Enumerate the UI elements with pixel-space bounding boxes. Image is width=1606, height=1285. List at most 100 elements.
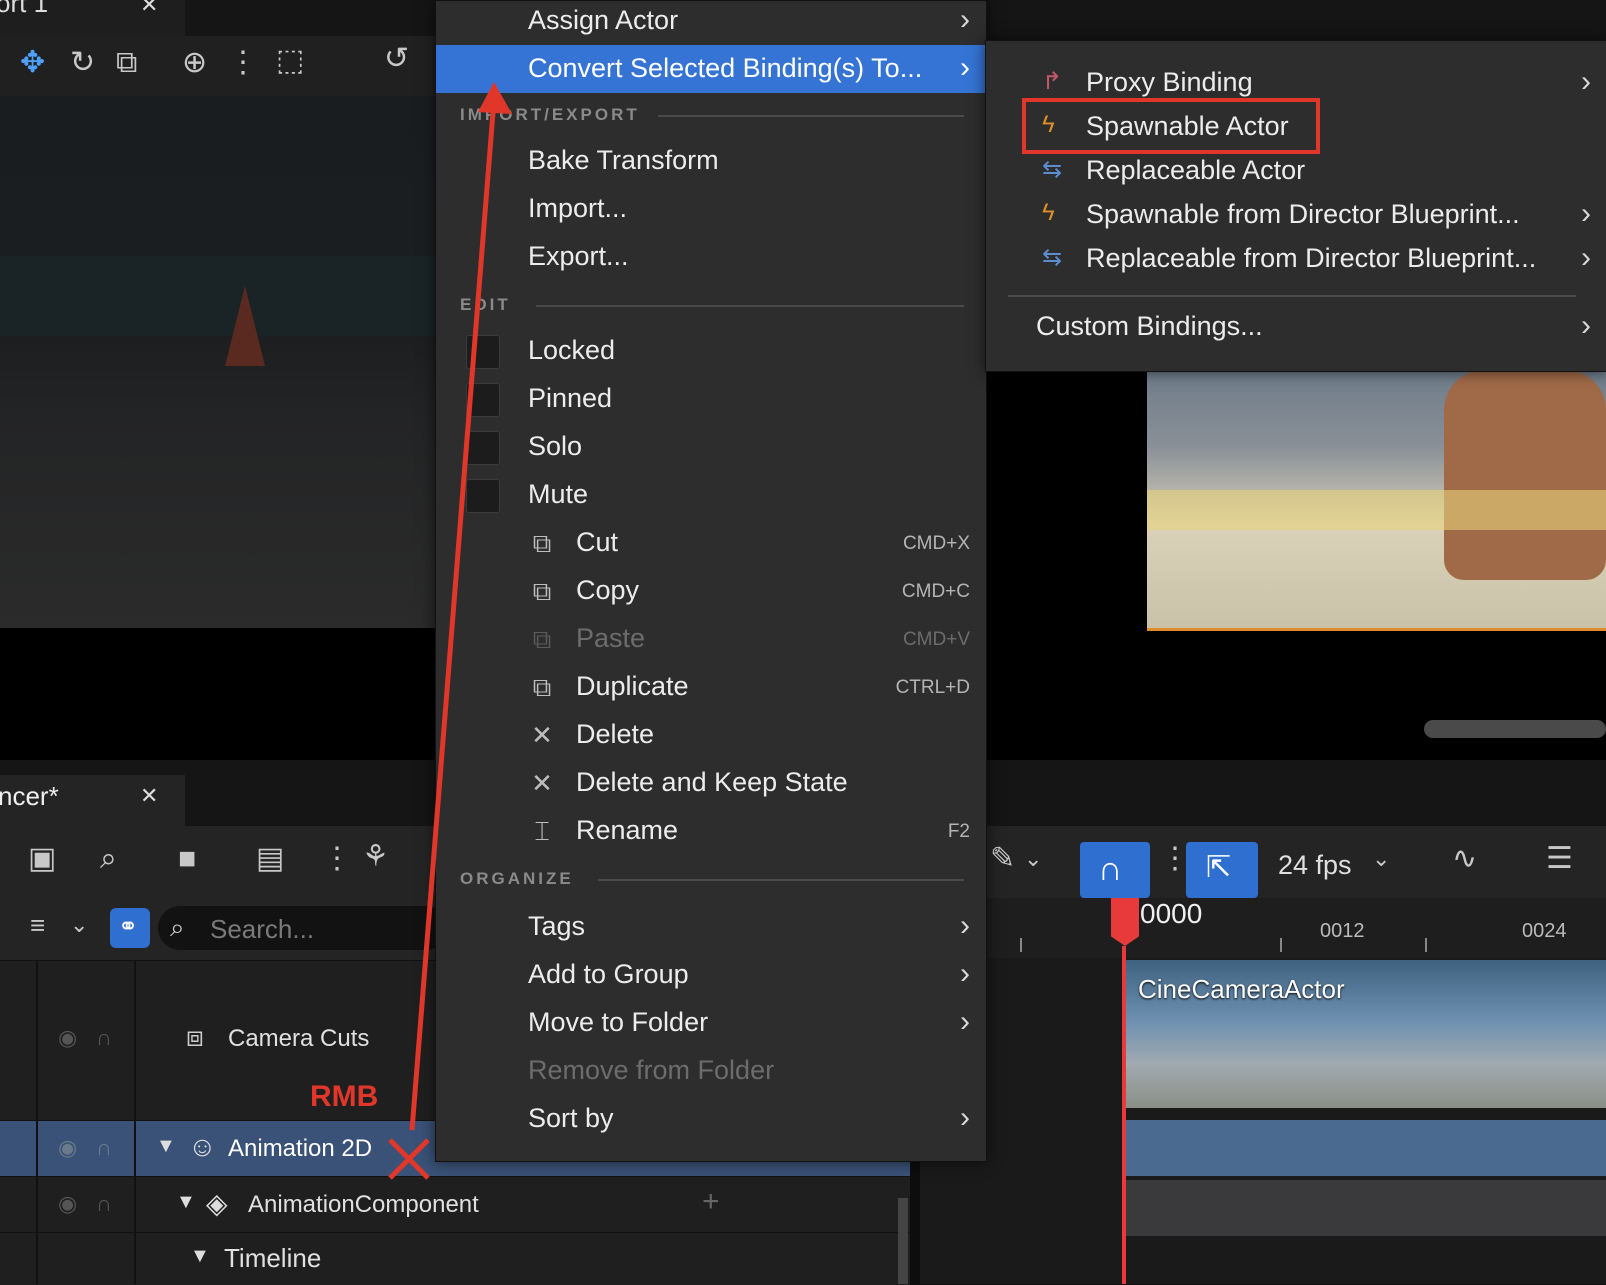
search-placeholder: Search... bbox=[210, 914, 315, 944]
more-options-icon[interactable]: ⋮ bbox=[228, 48, 258, 78]
more-options-icon[interactable]: ⋮ bbox=[322, 844, 352, 874]
menu-item-bake-transform[interactable]: Bake Transform bbox=[436, 137, 986, 185]
menu-item-convert-binding[interactable]: Convert Selected Binding(s) To... › bbox=[436, 45, 986, 93]
chevron-down-icon[interactable]: ⌄ bbox=[1024, 848, 1042, 870]
ruler-tick bbox=[1280, 938, 1282, 952]
chevron-down-icon[interactable]: ⌄ bbox=[1372, 848, 1390, 870]
menu-item-delete[interactable]: ✕ Delete bbox=[436, 711, 986, 759]
chevron-down-icon[interactable]: ▼ bbox=[190, 1245, 210, 1268]
submenu-item-custom-bindings[interactable]: Custom Bindings... › bbox=[986, 305, 1606, 349]
visibility-icon[interactable]: ◉ bbox=[58, 1025, 77, 1051]
menu-item-paste[interactable]: ⧉ Paste CMD+V bbox=[436, 615, 986, 663]
clip-label: CineCameraActor bbox=[1138, 974, 1345, 1004]
menu-item-label: Move to Folder bbox=[528, 1007, 709, 1037]
headphones-icon[interactable]: ∩ bbox=[96, 1025, 112, 1051]
menu-item-sort-by[interactable]: Sort by › bbox=[436, 1095, 986, 1143]
menu-item-shortcut: F2 bbox=[947, 821, 970, 842]
chevron-down-icon[interactable]: ▼ bbox=[156, 1135, 176, 1158]
menu-item-label: Locked bbox=[528, 335, 616, 365]
menu-item-export[interactable]: Export... bbox=[436, 233, 986, 281]
save-icon[interactable]: ▣ bbox=[28, 844, 56, 874]
locked-checkbox[interactable] bbox=[466, 335, 500, 369]
menu-item-pinned[interactable]: Pinned bbox=[436, 375, 986, 423]
headphones-icon[interactable]: ∩ bbox=[96, 1191, 112, 1217]
copy-icon: ⧉ bbox=[532, 576, 552, 606]
add-track-icon[interactable]: + bbox=[702, 1185, 720, 1219]
submenu-item-replaceable-actor[interactable]: ⇆ Replaceable Actor bbox=[986, 149, 1606, 193]
chevron-down-icon[interactable]: ▼ bbox=[176, 1191, 196, 1214]
menu-item-solo[interactable]: Solo bbox=[436, 423, 986, 471]
find-asset-icon[interactable]: ⌕ bbox=[100, 844, 117, 874]
submenu-item-label: Custom Bindings... bbox=[1036, 311, 1263, 341]
menu-item-label: Assign Actor bbox=[528, 5, 679, 35]
snap-toggle-button[interactable]: ∩ bbox=[1080, 842, 1150, 898]
fps-selector[interactable]: 24 fps bbox=[1278, 850, 1352, 881]
annotation-rmb-label: RMB bbox=[310, 1080, 379, 1113]
chevron-right-icon: › bbox=[960, 957, 970, 990]
menu-item-duplicate[interactable]: ⧉ Duplicate CTRL+D bbox=[436, 663, 986, 711]
playhead[interactable] bbox=[1111, 898, 1139, 946]
track-row-animation-component[interactable]: ◉ ∩ ▼ ◈ AnimationComponent + bbox=[0, 1176, 910, 1233]
menu-item-label: Sort by bbox=[528, 1103, 614, 1133]
select-mode-icon[interactable]: ⬚ bbox=[276, 46, 304, 76]
track-row-timeline[interactable]: ▼ Timeline bbox=[0, 1232, 910, 1285]
visibility-icon[interactable]: ◉ bbox=[58, 1191, 77, 1217]
rotate-icon[interactable]: ↻ bbox=[70, 48, 95, 78]
track-lane[interactable] bbox=[1126, 1180, 1606, 1236]
menu-item-locked[interactable]: Locked bbox=[436, 327, 986, 375]
submenu-item-replaceable-director[interactable]: ⇆ Replaceable from Director Blueprint...… bbox=[986, 237, 1606, 281]
ruler-tick-label: 0024 bbox=[1522, 920, 1567, 942]
track-label: Camera Cuts bbox=[228, 1025, 370, 1052]
solo-checkbox[interactable] bbox=[466, 431, 500, 465]
scale-icon[interactable]: ⧉ bbox=[116, 48, 137, 78]
close-icon[interactable]: ✕ bbox=[140, 0, 158, 18]
track-lane-selected[interactable] bbox=[1126, 1120, 1606, 1176]
menu-item-copy[interactable]: ⧉ Copy CMD+C bbox=[436, 567, 986, 615]
menu-item-remove-from-folder[interactable]: Remove from Folder bbox=[436, 1047, 986, 1095]
snap-settings-button[interactable]: ⇱ bbox=[1186, 842, 1258, 898]
viewport-tab[interactable]: ort 1 ✕ bbox=[0, 0, 185, 36]
camera-cut-clip[interactable]: CineCameraActor bbox=[1126, 960, 1606, 1108]
mute-checkbox[interactable] bbox=[466, 479, 500, 513]
menu-item-label: Cut bbox=[576, 527, 619, 557]
menu-item-mute[interactable]: Mute bbox=[436, 471, 986, 519]
character bbox=[1444, 370, 1606, 580]
menu-item-label: Solo bbox=[528, 431, 583, 461]
timeline-ruler[interactable]: 0012 0024 bbox=[920, 898, 1606, 958]
playlist-icon[interactable]: ☰ bbox=[1546, 844, 1573, 874]
separator bbox=[598, 879, 964, 881]
outliner-scrollbar[interactable] bbox=[898, 1198, 908, 1284]
menu-item-delete-keep-state[interactable]: ✕ Delete and Keep State bbox=[436, 759, 986, 807]
snap-rotate-icon[interactable]: ↺ bbox=[384, 44, 409, 74]
submenu-item-label: Replaceable Actor bbox=[1086, 155, 1306, 185]
submenu-item-spawnable-director[interactable]: ϟ Spawnable from Director Blueprint... › bbox=[986, 193, 1606, 237]
clapperboard-icon[interactable]: ▤ bbox=[256, 844, 284, 874]
close-icon[interactable]: ✕ bbox=[140, 783, 158, 809]
curve-editor-icon[interactable]: ∿ bbox=[1452, 844, 1477, 874]
world-icon[interactable]: ⊕ bbox=[182, 48, 207, 78]
viewport-scrollbar[interactable] bbox=[1424, 720, 1606, 738]
menu-item-label: Import... bbox=[528, 193, 628, 223]
sequencer-tab[interactable]: ncer* ✕ bbox=[0, 775, 185, 826]
menu-item-tags[interactable]: Tags › bbox=[436, 903, 986, 951]
menu-item-add-to-group[interactable]: Add to Group › bbox=[436, 951, 986, 999]
ruler-tick-label: 0012 bbox=[1320, 920, 1365, 942]
pinned-checkbox[interactable] bbox=[466, 383, 500, 417]
chevron-down-icon[interactable]: ⌄ bbox=[70, 914, 88, 936]
headphones-icon[interactable]: ∩ bbox=[96, 1135, 112, 1161]
visibility-icon[interactable]: ◉ bbox=[58, 1135, 77, 1161]
menu-item-import[interactable]: Import... bbox=[436, 185, 986, 233]
menu-item-label: Mute bbox=[528, 479, 589, 509]
menu-item-assign-actor[interactable]: Assign Actor › bbox=[436, 0, 986, 45]
pencil-icon[interactable]: ✎ bbox=[990, 844, 1015, 874]
camera-icon[interactable]: ■ bbox=[178, 844, 196, 874]
render-icon[interactable]: ⚘ bbox=[362, 842, 389, 872]
link-toggle-button[interactable]: ⚭ bbox=[110, 908, 150, 948]
menu-item-rename[interactable]: ⌶ Rename F2 bbox=[436, 807, 986, 855]
menu-item-cut[interactable]: ⧉ Cut CMD+X bbox=[436, 519, 986, 567]
menu-item-label: Export... bbox=[528, 241, 629, 271]
search-input[interactable]: ⌕ Search... bbox=[158, 906, 448, 950]
translate-icon[interactable]: ✥ bbox=[20, 48, 45, 78]
menu-item-move-to-folder[interactable]: Move to Folder › bbox=[436, 999, 986, 1047]
filter-icon[interactable]: ≡ bbox=[30, 912, 45, 938]
